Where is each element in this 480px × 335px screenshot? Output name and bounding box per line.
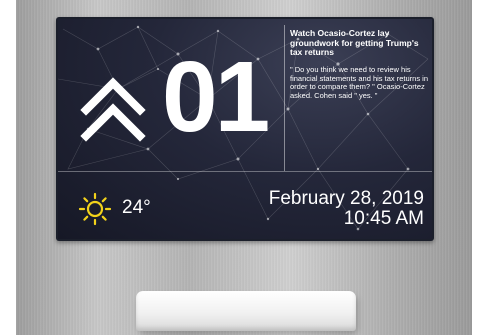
up-arrow-icon (80, 77, 146, 142)
floor-number: 01 (162, 41, 270, 153)
date-label: February 28, 2019 (268, 188, 424, 209)
horizontal-divider (58, 171, 432, 172)
news-body: " Do you think we need to review his fin… (290, 65, 428, 100)
vertical-divider (284, 25, 285, 171)
news-headline: Watch Ocasio-Cortez lay groundwork for g… (290, 28, 419, 57)
sun-icon (78, 192, 112, 226)
time-label: 10:45 AM (343, 208, 424, 229)
call-button[interactable] (136, 291, 356, 331)
elevator-display: 01 Watch Ocasio-Cortez lay groundwork fo… (58, 19, 432, 239)
temperature: 24° (122, 197, 151, 218)
